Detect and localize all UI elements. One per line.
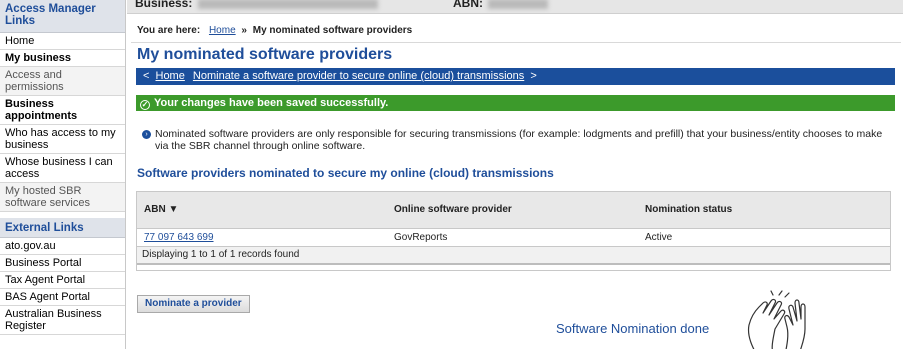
table-cell-abn: 77 097 643 699 — [137, 228, 387, 247]
abn-link[interactable]: 77 097 643 699 — [144, 232, 214, 243]
business-name-redacted — [198, 0, 379, 9]
main-content: You are here: Home » My nominated softwa… — [127, 15, 901, 349]
business-name: Business: — [135, 0, 379, 10]
success-message: Your changes have been saved successfull… — [154, 97, 389, 109]
success-banner: ✓ Your changes have been saved successful… — [136, 95, 895, 111]
sidebar-item-whose-business[interactable]: Whose business I can access — [0, 154, 125, 183]
sub-navigation-bar: < Home Nominate a software provider to s… — [136, 68, 895, 85]
sidebar-item-hosted-sbr[interactable]: My hosted SBR software services — [0, 183, 125, 212]
external-link-bas-agent-portal[interactable]: BAS Agent Portal — [0, 289, 125, 306]
records-count: Displaying 1 to 1 of 1 records found — [137, 246, 890, 265]
sidebar-item-business-appointments[interactable]: Business appointments — [0, 96, 125, 125]
external-link-ato[interactable]: ato.gov.au — [0, 238, 125, 255]
table-row: 77 097 643 699 GovReports Active — [137, 228, 890, 247]
sidebar-item-who-has-access[interactable]: Who has access to my business — [0, 125, 125, 154]
table-cell-provider: GovReports — [387, 228, 638, 247]
sidebar-item-home[interactable]: Home — [0, 33, 125, 50]
info-text: Nominated software providers are only re… — [155, 128, 883, 152]
section-title: Software providers nominated to secure m… — [137, 166, 554, 180]
external-link-business-portal[interactable]: Business Portal — [0, 255, 125, 272]
chevron-left-icon: < — [143, 70, 150, 82]
column-header-status: Nomination status — [638, 192, 890, 229]
column-header-abn[interactable]: ABN ▼ — [137, 192, 387, 229]
table-header-row: ABN ▼ Online software provider Nominatio… — [137, 192, 890, 229]
breadcrumb-home-link[interactable]: Home — [209, 25, 236, 36]
table-footer-row: Displaying 1 to 1 of 1 records found — [137, 246, 890, 265]
breadcrumb-current: My nominated software providers — [252, 25, 413, 36]
external-link-abr[interactable]: Australian Business Register — [0, 306, 125, 335]
business-header: Business: ABN: — [127, 0, 903, 14]
sidebar-section-title: Access Manager Links — [0, 0, 125, 33]
external-link-tax-agent-portal[interactable]: Tax Agent Portal — [0, 272, 125, 289]
subnav-nominate-link[interactable]: Nominate a software provider to secure o… — [193, 70, 524, 82]
breadcrumb-label: You are here: — [137, 25, 201, 36]
table-cell-status: Active — [638, 228, 890, 247]
abn-redacted — [488, 0, 548, 9]
info-bullet-icon: › — [142, 130, 151, 139]
check-circle-icon: ✓ — [140, 100, 150, 110]
business-label: Business: — [135, 0, 193, 10]
subnav-home-link[interactable]: Home — [156, 70, 185, 82]
abn-label: ABN: — [453, 0, 483, 10]
column-header-provider: Online software provider — [387, 192, 638, 229]
nominate-provider-button[interactable]: Nominate a provider — [137, 295, 250, 313]
business-abn: ABN: — [453, 0, 548, 10]
sidebar-external-title: External Links — [0, 218, 125, 238]
sidebar: Access Manager Links Home My business Ac… — [0, 0, 126, 349]
sidebar-item-access-permissions[interactable]: Access and permissions — [0, 67, 125, 96]
info-message: › Nominated software providers are only … — [142, 128, 886, 152]
sidebar-item-my-business[interactable]: My business — [0, 50, 125, 67]
clapping-hands-icon — [747, 290, 806, 349]
breadcrumb: You are here: Home » My nominated softwa… — [137, 25, 412, 36]
breadcrumb-separator: » — [241, 25, 247, 36]
nomination-done-caption: Software Nomination done — [556, 321, 710, 336]
chevron-right-icon: > — [530, 70, 537, 82]
providers-table: ABN ▼ Online software provider Nominatio… — [136, 191, 891, 271]
breadcrumb-divider — [131, 42, 901, 43]
page-title: My nominated software providers — [137, 46, 393, 63]
